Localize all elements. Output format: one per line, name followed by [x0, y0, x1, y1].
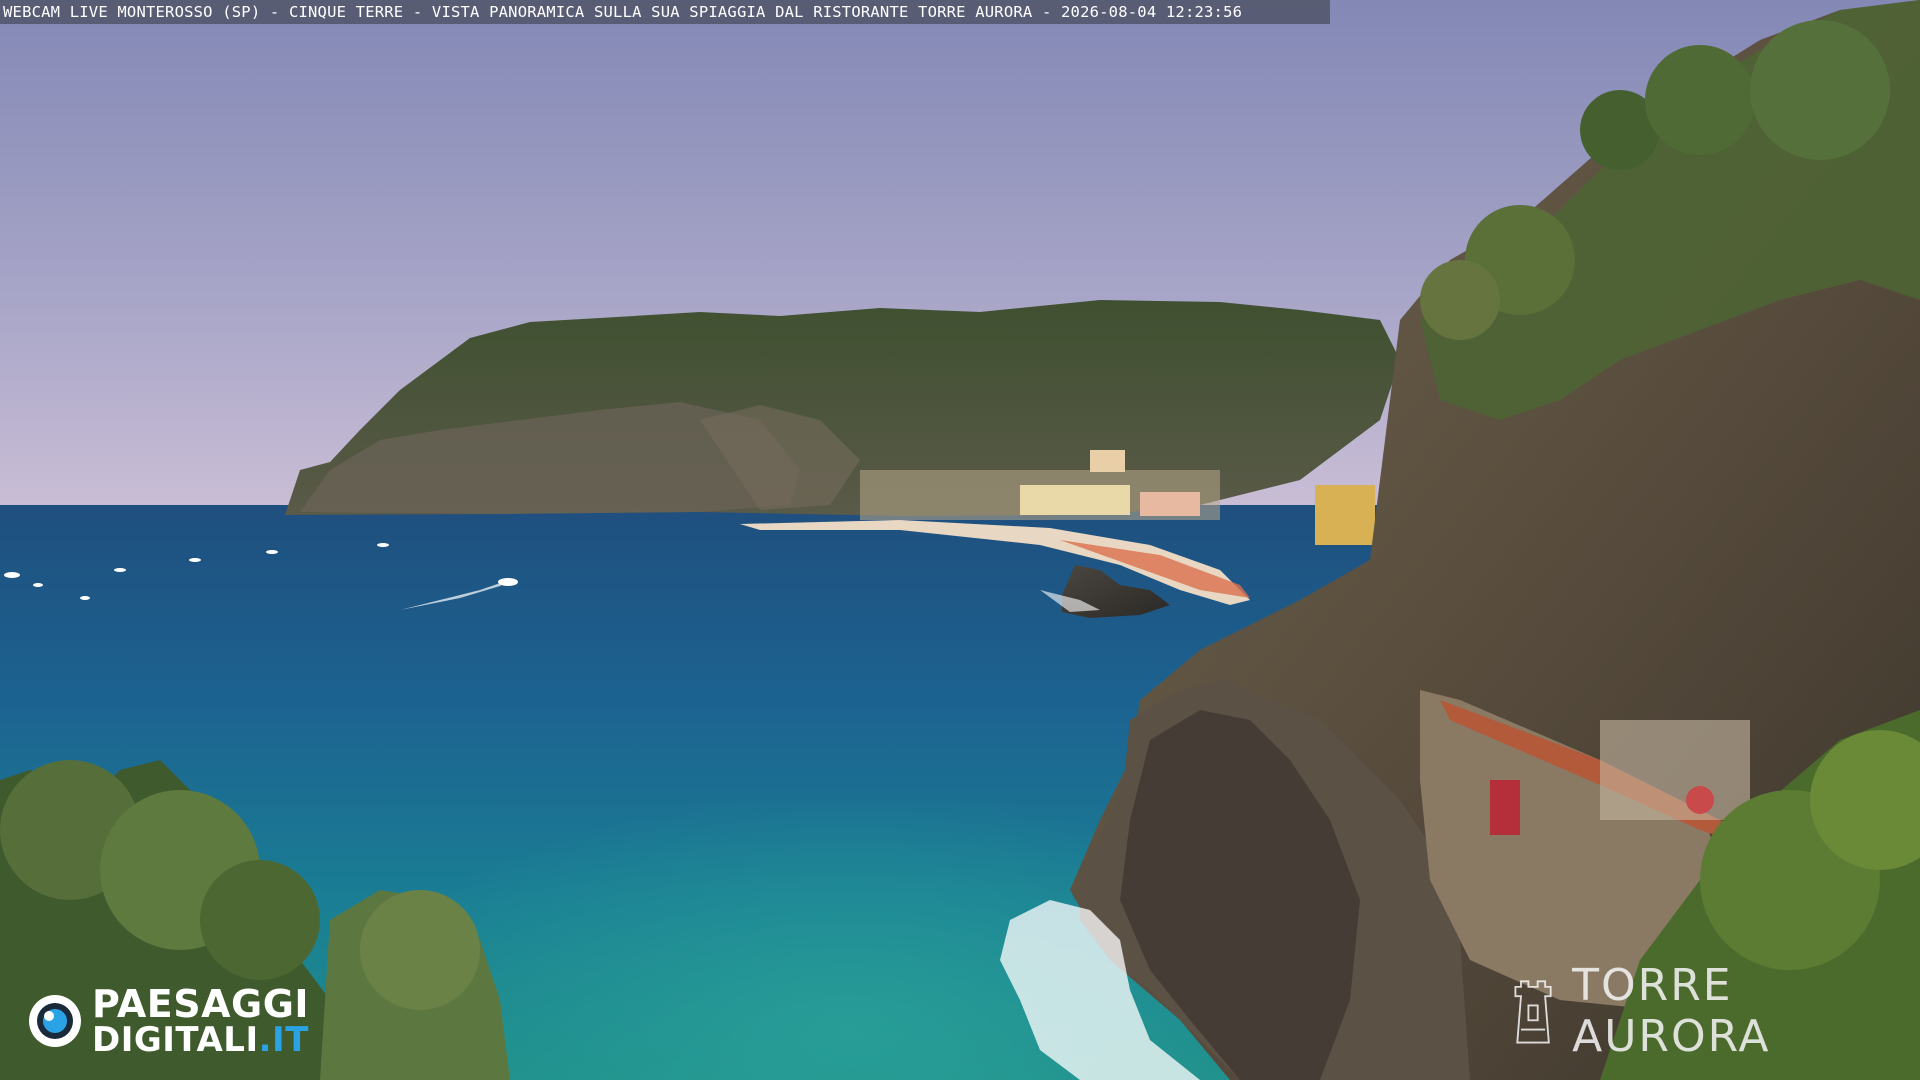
brand-line2-main: DIGITALI	[92, 1020, 259, 1060]
torre-aurora-watermark: TORRE AURORA	[1508, 960, 1920, 1062]
brand-line2: DIGITALI.IT	[92, 1023, 309, 1057]
brand-text: PAESAGGI DIGITALI.IT	[92, 985, 309, 1057]
eye-camera-icon	[29, 995, 81, 1047]
watermark-text: TORRE AURORA	[1572, 960, 1771, 1062]
brand-line2-accent: .IT	[258, 1020, 309, 1060]
webcam-frame: WEBCAM LIVE MONTEROSSO (SP) - CINQUE TER…	[0, 0, 1920, 1080]
brand-line1: PAESAGGI	[92, 982, 310, 1026]
paesaggi-digitali-logo: PAESAGGI DIGITALI.IT	[26, 985, 309, 1057]
webcam-caption: WEBCAM LIVE MONTEROSSO (SP) - CINQUE TER…	[0, 0, 1330, 24]
panoramic-photo	[0, 0, 1920, 1080]
tower-icon	[1514, 980, 1552, 1044]
